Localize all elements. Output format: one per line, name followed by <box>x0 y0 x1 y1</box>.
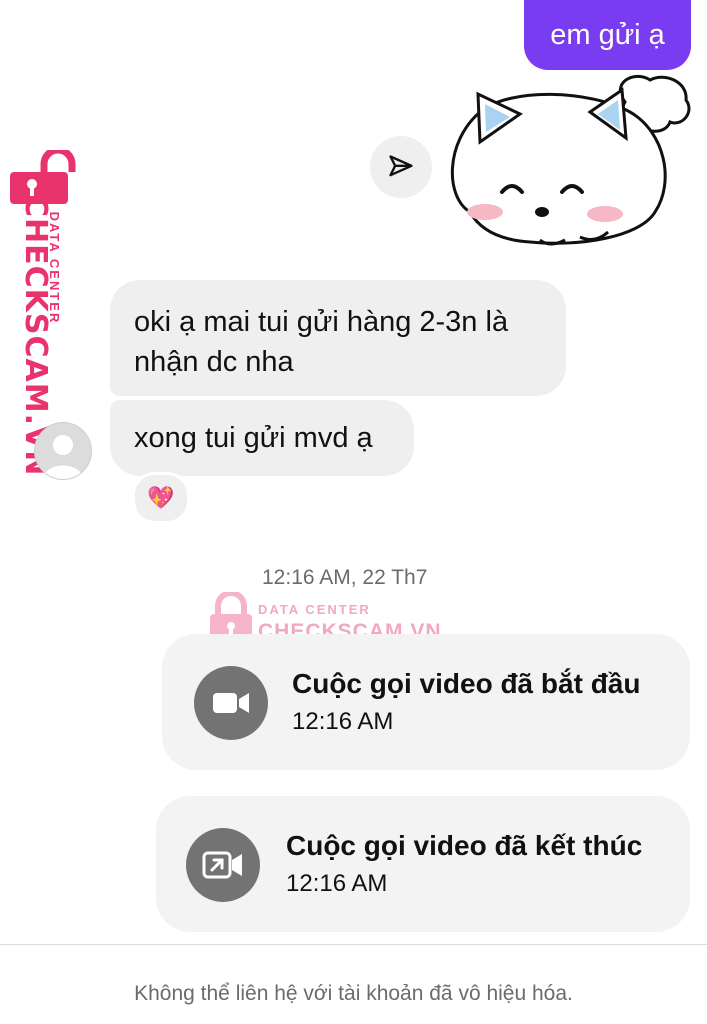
call-time: 12:16 AM <box>286 870 388 897</box>
message-timestamp: 12:16 AM, 22 Th7 <box>262 566 428 589</box>
composer-divider <box>0 944 707 945</box>
sparkling-heart-icon: 💖 <box>147 485 175 510</box>
watermark-subtitle: DATA CENTER <box>47 211 62 325</box>
outgoing-message-text: em gửi ạ <box>550 18 665 51</box>
send-icon <box>389 155 413 177</box>
call-title: Cuộc gọi video đã bắt đầu <box>292 668 641 699</box>
incoming-message-text: xong tui gửi mvd ạ <box>134 422 373 454</box>
outgoing-message-bubble[interactable]: em gửi ạ <box>524 0 691 70</box>
share-button[interactable] <box>370 136 432 198</box>
video-call-started-card[interactable]: Cuộc gọi video đã bắt đầu 12:16 AM <box>162 634 690 770</box>
avatar[interactable] <box>34 422 92 480</box>
incoming-message-bubble[interactable]: xong tui gửi mvd ạ <box>110 400 414 476</box>
disabled-account-notice: Không thể liên hệ với tài khoản đã vô hi… <box>134 982 573 1005</box>
call-icon-circle <box>194 666 268 740</box>
call-icon-circle <box>186 828 260 902</box>
video-camera-icon <box>213 693 249 713</box>
watermark-subtitle: DATA CENTER <box>258 602 371 617</box>
default-avatar-icon <box>43 435 83 479</box>
call-title: Cuộc gọi video đã kết thúc <box>286 830 643 861</box>
cat-sticker[interactable] <box>440 72 695 252</box>
incoming-message-line: oki ạ mai tui gửi hàng 2-3n là <box>134 306 509 338</box>
video-call-end-icon <box>202 851 242 879</box>
message-reaction[interactable]: 💖 <box>132 472 190 524</box>
incoming-message-bubble[interactable]: oki ạ mai tui gửi hàng 2-3n là nhận dc n… <box>110 280 566 396</box>
call-time: 12:16 AM <box>292 708 394 735</box>
incoming-message-line: nhận dc nha <box>134 346 294 378</box>
video-call-ended-card[interactable]: Cuộc gọi video đã kết thúc 12:16 AM <box>156 796 690 932</box>
